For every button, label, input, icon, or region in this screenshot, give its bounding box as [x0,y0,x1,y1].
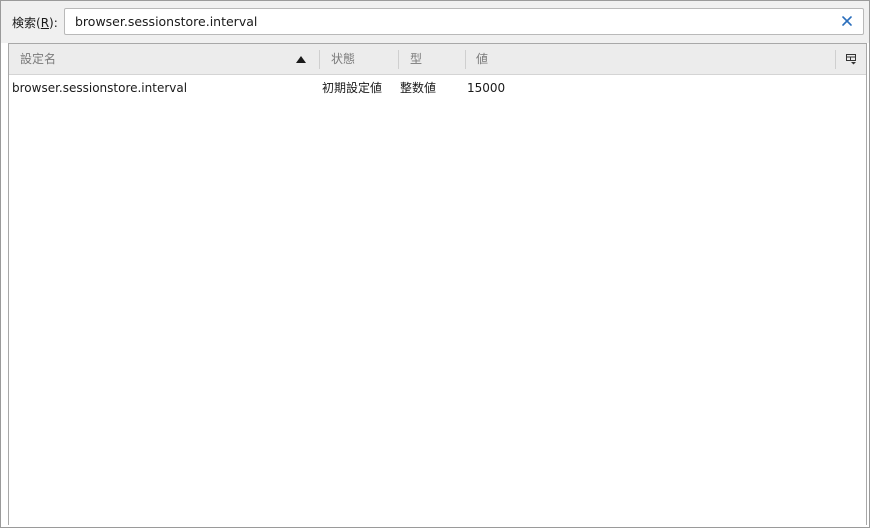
column-picker-icon[interactable] [845,53,857,65]
close-icon [842,16,852,26]
column-header-type[interactable]: 型 [410,44,422,74]
search-label-accesskey: R [40,16,50,30]
table-row[interactable]: browser.sessionstore.interval 初期設定値 整数値 … [9,75,866,101]
column-header-status[interactable]: 状態 [331,44,355,74]
column-splitter[interactable] [398,50,399,69]
column-splitter[interactable] [319,50,320,69]
column-splitter[interactable] [465,50,466,69]
clear-search-button[interactable] [839,13,855,29]
tree-header: 設定名 状態 型 値 [9,44,866,75]
column-header-value[interactable]: 値 [476,44,488,74]
row-status-cell: 初期設定値 [322,81,383,95]
config-tree[interactable]: 設定名 状態 型 値 browser.sessionstore.interval… [8,43,867,525]
search-input[interactable] [75,9,825,34]
sort-ascending-icon [296,56,306,63]
column-splitter[interactable] [835,50,836,69]
search-label: 検索(R): [12,16,58,30]
row-type-cell: 整数値 [400,81,437,95]
row-value-cell: 15000 [467,81,506,95]
column-header-name[interactable]: 設定名 [20,44,310,74]
search-bar: 検索(R): [1,1,869,43]
about-config-window: 検索(R): 設定名 状態 型 値 [0,0,870,528]
row-name-cell: browser.sessionstore.interval [12,81,188,95]
search-box[interactable] [64,8,864,35]
